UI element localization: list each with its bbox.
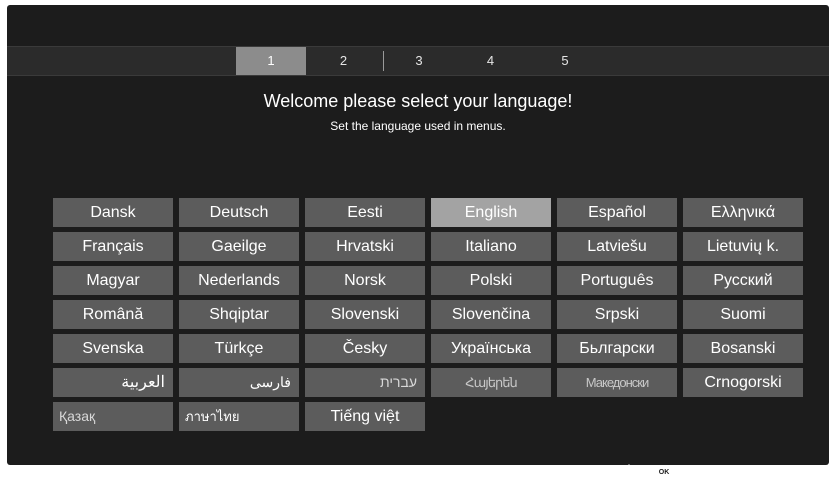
language-tile-slovencina[interactable]: Slovenčina: [431, 300, 551, 329]
language-tile-lietuviu[interactable]: Lietuvių k.: [683, 232, 803, 261]
language-tile-macedonian[interactable]: Македонски: [557, 368, 677, 397]
language-tile-shqiptar[interactable]: Shqiptar: [179, 300, 299, 329]
language-tile-romana[interactable]: Română: [53, 300, 173, 329]
dpad-arrows-icon[interactable]: [620, 464, 638, 482]
setup-screen: 1 2 3 4 5 Welcome please select your lan…: [7, 5, 829, 465]
language-tile-persian[interactable]: فارسی: [179, 368, 299, 397]
language-tile-english[interactable]: English: [431, 198, 551, 227]
language-tile-hrvatski[interactable]: Hrvatski: [305, 232, 425, 261]
back-button[interactable]: BACK: [701, 467, 723, 476]
language-tile-latviesu[interactable]: Latviešu: [557, 232, 677, 261]
language-tile-hebrew[interactable]: עברית: [305, 368, 425, 397]
language-tile-arabic[interactable]: العربية: [53, 368, 173, 397]
language-tile-bulgarian[interactable]: Бьлгарски: [557, 334, 677, 363]
ok-button[interactable]: OK: [656, 465, 672, 481]
language-tile-dansk[interactable]: Dansk: [53, 198, 173, 227]
language-tile-crnogorski[interactable]: Crnogorski: [683, 368, 803, 397]
language-tile-polski[interactable]: Polski: [431, 266, 551, 295]
language-tile-armenian[interactable]: Հայերեն: [431, 368, 551, 397]
language-tile-kazakh[interactable]: Қазақ: [53, 402, 173, 431]
language-tile-portugues[interactable]: Português: [557, 266, 677, 295]
language-tile-greek[interactable]: Ελληνικά: [683, 198, 803, 227]
step-3[interactable]: 3: [385, 47, 453, 75]
page-title: Welcome please select your language!: [263, 91, 573, 111]
language-tile-deutsch[interactable]: Deutsch: [179, 198, 299, 227]
language-tile-thai[interactable]: ภาษาไทย: [179, 402, 299, 431]
language-tile-russian[interactable]: Русский: [683, 266, 803, 295]
language-tile-gaeilge[interactable]: Gaeilge: [179, 232, 299, 261]
language-tile-suomi[interactable]: Suomi: [683, 300, 803, 329]
language-tile-slovenski[interactable]: Slovenski: [305, 300, 425, 329]
language-tile-magyar[interactable]: Magyar: [53, 266, 173, 295]
language-tile-vietnamese[interactable]: Tiếng việt: [305, 402, 425, 431]
language-tile-nederlands[interactable]: Nederlands: [179, 266, 299, 295]
step-divider: [383, 51, 384, 71]
step-indicator: 1 2 3 4 5: [7, 46, 829, 76]
language-tile-espanol[interactable]: Español: [557, 198, 677, 227]
step-5[interactable]: 5: [528, 47, 602, 75]
step-4[interactable]: 4: [453, 47, 528, 75]
language-tile-italiano[interactable]: Italiano: [431, 232, 551, 261]
language-tile-srpski[interactable]: Srpski: [557, 300, 677, 329]
language-tile-svenska[interactable]: Svenska: [53, 334, 173, 363]
language-tile-francais[interactable]: Français: [53, 232, 173, 261]
exit-button[interactable]: EXIT: [753, 467, 771, 476]
language-tile-eesti[interactable]: Eesti: [305, 198, 425, 227]
language-tile-norsk[interactable]: Norsk: [305, 266, 425, 295]
page-subtitle: Set the language used in menus.: [330, 119, 506, 133]
language-tile-bosanski[interactable]: Bosanski: [683, 334, 803, 363]
remote-control-hints: OK BACK EXIT HOME: [590, 457, 829, 487]
step-2[interactable]: 2: [306, 47, 381, 75]
home-button[interactable]: HOME: [798, 467, 822, 476]
step-1[interactable]: 1: [236, 47, 306, 75]
language-tile-turkce[interactable]: Türkçe: [179, 334, 299, 363]
language-tile-ukrainian[interactable]: Українська: [431, 334, 551, 363]
language-grid: Dansk Deutsch Eesti English Español Ελλη…: [53, 198, 804, 434]
language-tile-cesky[interactable]: Česky: [305, 334, 425, 363]
